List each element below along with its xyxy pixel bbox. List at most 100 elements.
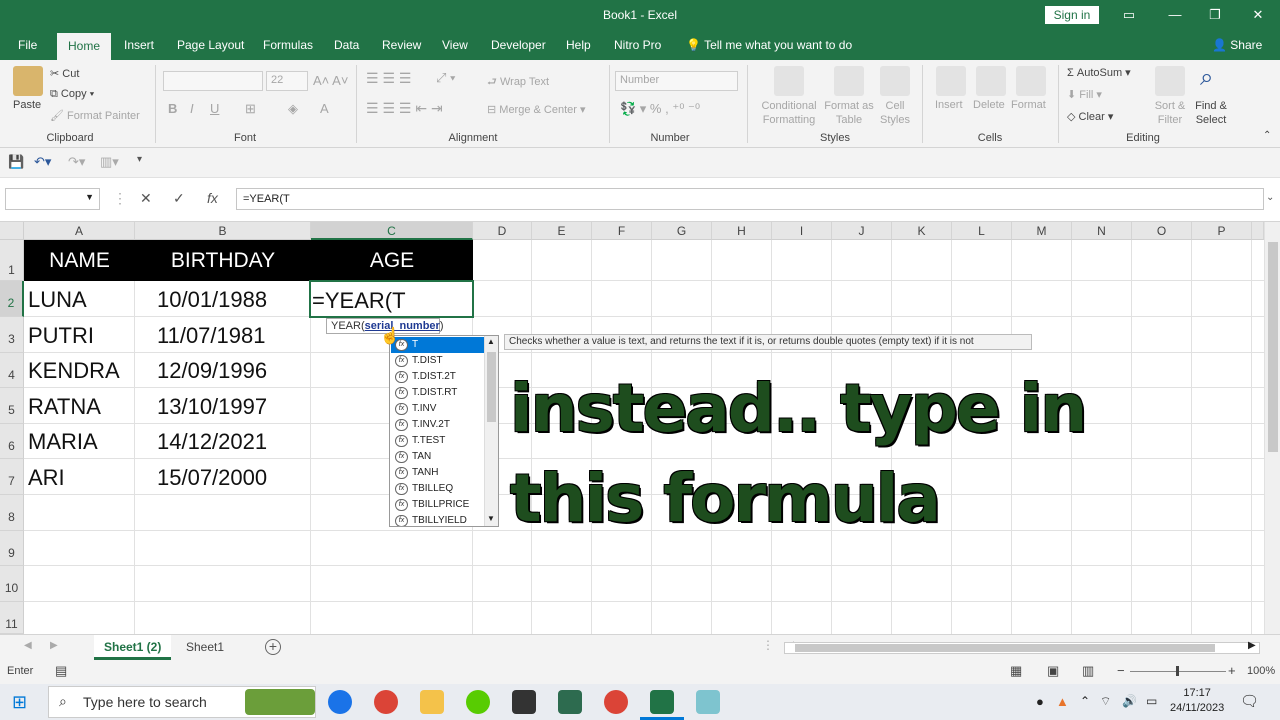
- excel-icon[interactable]: [650, 690, 674, 714]
- share-button[interactable]: 👤 Share: [1212, 30, 1262, 60]
- row-header-8[interactable]: 8: [0, 495, 24, 531]
- row-header-1[interactable]: 1: [0, 240, 24, 281]
- column-header-k[interactable]: K: [892, 222, 952, 240]
- tab-home[interactable]: Home: [57, 33, 112, 60]
- tab-developer[interactable]: Developer: [487, 30, 550, 60]
- wrap-text-button[interactable]: ⮐ Wrap Text: [487, 73, 549, 92]
- column-header-e[interactable]: E: [532, 222, 592, 240]
- tab-formulas[interactable]: Formulas: [259, 30, 317, 60]
- cell-a6[interactable]: MARIA: [28, 429, 98, 455]
- header-cell-birthday[interactable]: BIRTHDAY: [135, 240, 311, 281]
- app-s-icon[interactable]: [512, 690, 536, 714]
- column-header-o[interactable]: O: [1132, 222, 1192, 240]
- font-color-icon[interactable]: A: [320, 101, 329, 116]
- row-header-10[interactable]: 10: [0, 566, 24, 602]
- battery-icon[interactable]: ▭: [1146, 694, 1157, 708]
- cell-b3[interactable]: 11/07/1981: [157, 323, 265, 349]
- column-header-f[interactable]: F: [592, 222, 652, 240]
- row-header-4[interactable]: 4: [0, 353, 24, 388]
- insert-function-icon[interactable]: fx: [207, 190, 218, 206]
- sign-in-button[interactable]: Sign in: [1045, 6, 1099, 24]
- function-autocomplete-list[interactable]: fx T fx T.DIST fx T.DIST.2T fx T.DIST.RT fx T…: [389, 335, 499, 527]
- confirm-entry-icon[interactable]: ✓: [173, 190, 185, 207]
- fill-color-icon[interactable]: ◈: [288, 101, 298, 117]
- grow-font-icon[interactable]: A˄ A˅: [313, 73, 348, 88]
- minimize-icon[interactable]: —: [1160, 4, 1190, 26]
- currency-icon[interactable]: 💱 ▾ % , ⁺⁰ ⁻⁰: [620, 101, 700, 117]
- column-header-a[interactable]: A: [24, 222, 135, 240]
- autocomplete-scrollbar[interactable]: ▲ ▼: [484, 336, 498, 526]
- collapse-ribbon-icon[interactable]: ⌃: [1263, 130, 1271, 141]
- scroll-up-icon[interactable]: ▲: [487, 337, 495, 346]
- filmora-icon[interactable]: [558, 690, 582, 714]
- ribbon-display-options-icon[interactable]: ▭: [1114, 4, 1144, 26]
- sheet-tab-sheet1-2[interactable]: Sheet1 (2): [94, 635, 172, 660]
- tray-app-icon[interactable]: ●: [1036, 694, 1044, 709]
- merge-center-button[interactable]: ⊟ Merge & Center ▾: [487, 103, 586, 116]
- row-header-3[interactable]: 3: [0, 317, 24, 353]
- active-cell-c2[interactable]: =YEAR(T: [309, 280, 474, 318]
- zoom-level[interactable]: 100%: [1247, 665, 1275, 677]
- borders-icon[interactable]: ⊞: [245, 101, 256, 117]
- autocomplete-scroll-thumb[interactable]: [487, 352, 496, 422]
- expand-formula-bar-icon[interactable]: ⌄: [1266, 192, 1274, 203]
- column-header-m[interactable]: M: [1012, 222, 1072, 240]
- autocomplete-item[interactable]: fx T: [391, 337, 484, 353]
- page-layout-view-icon[interactable]: ▣: [1047, 663, 1059, 679]
- clear-button[interactable]: ◇ Clear ▾: [1067, 110, 1113, 123]
- underline-button[interactable]: U: [210, 101, 219, 116]
- restore-icon[interactable]: ❐: [1200, 4, 1230, 26]
- font-name-combo[interactable]: [163, 71, 263, 91]
- tell-me-search[interactable]: 💡 Tell me what you want to do: [686, 30, 852, 60]
- customize-toolbar-icon[interactable]: ▾: [137, 154, 142, 165]
- column-header-g[interactable]: G: [652, 222, 712, 240]
- cell-b4[interactable]: 12/09/1996: [157, 358, 267, 384]
- column-header-n[interactable]: N: [1072, 222, 1132, 240]
- network-icon[interactable]: ⌔: [1100, 694, 1111, 709]
- fill-button[interactable]: ⬇ Fill ▾: [1067, 88, 1102, 101]
- vertical-scrollbar-thumb[interactable]: [1268, 242, 1278, 452]
- copy-button[interactable]: ⧉ Copy ▾: [50, 88, 94, 101]
- orientation-icon[interactable]: ⤢ ▾: [436, 70, 455, 86]
- format-cells-button[interactable]: Format: [1011, 99, 1046, 111]
- autocomplete-item[interactable]: fx TANH: [391, 465, 484, 481]
- bold-button[interactable]: B: [168, 101, 177, 116]
- speaker-icon[interactable]: 🔊: [1122, 694, 1137, 708]
- cell-b2[interactable]: 10/01/1988: [157, 287, 267, 313]
- find-select-button[interactable]: Find & Select: [1190, 99, 1232, 127]
- zoom-slider-thumb[interactable]: [1176, 666, 1179, 676]
- italic-button[interactable]: I: [190, 101, 194, 116]
- column-header-b[interactable]: B: [135, 222, 311, 240]
- tray-expand-icon[interactable]: ⌃: [1080, 694, 1090, 708]
- header-cell-name[interactable]: NAME: [24, 240, 135, 281]
- taskbar-clock[interactable]: 17:17 24/11/2023: [1170, 686, 1224, 716]
- format-painter-button[interactable]: 🖌 Format Painter: [50, 109, 140, 122]
- normal-view-icon[interactable]: ▦: [1010, 663, 1022, 679]
- number-format-combo[interactable]: Number: [615, 71, 738, 91]
- font-size-combo[interactable]: 22: [266, 71, 308, 91]
- autocomplete-item[interactable]: fx T.DIST: [391, 353, 484, 369]
- zoom-in-icon[interactable]: +: [1228, 663, 1236, 678]
- tooltip-argument[interactable]: serial_number: [365, 320, 440, 332]
- windows-start-icon[interactable]: ⊞: [12, 692, 27, 713]
- row-header-5[interactable]: 5: [0, 388, 24, 424]
- tab-insert[interactable]: Insert: [120, 30, 158, 60]
- chrome-icon[interactable]: [374, 690, 398, 714]
- previous-sheet-icon[interactable]: ◀: [24, 640, 32, 651]
- column-header-i[interactable]: I: [772, 222, 832, 240]
- column-header-c[interactable]: C: [311, 222, 473, 240]
- macro-recording-icon[interactable]: ▤: [55, 663, 67, 679]
- autocomplete-item[interactable]: fx TBILLPRICE: [391, 497, 484, 513]
- column-header-l[interactable]: L: [952, 222, 1012, 240]
- header-cell-age[interactable]: AGE: [311, 240, 473, 281]
- tab-page-layout[interactable]: Page Layout: [173, 30, 248, 60]
- column-header-j[interactable]: J: [832, 222, 892, 240]
- page-break-view-icon[interactable]: ▥: [1082, 663, 1094, 679]
- row-header-9[interactable]: 9: [0, 531, 24, 566]
- taskbar-search[interactable]: ⌕ Type here to search: [48, 686, 316, 718]
- column-header-d[interactable]: D: [473, 222, 532, 240]
- vertical-scrollbar-track[interactable]: [1264, 222, 1280, 634]
- file-explorer-icon[interactable]: [420, 690, 444, 714]
- row-header-6[interactable]: 6: [0, 424, 24, 459]
- autocomplete-item[interactable]: fx T.INV.2T: [391, 417, 484, 433]
